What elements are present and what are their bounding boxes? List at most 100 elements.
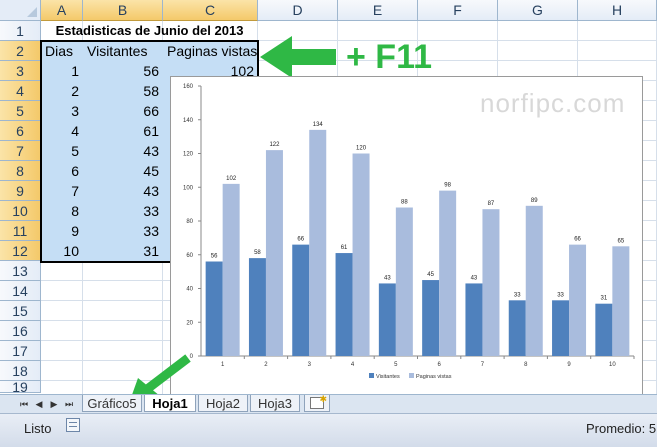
f11-annotation: + F11 bbox=[346, 38, 433, 76]
data-label: 43 bbox=[384, 275, 391, 281]
column-header-b[interactable]: B bbox=[83, 0, 163, 21]
y-tick-label: 100 bbox=[183, 185, 194, 191]
data-label: 134 bbox=[313, 122, 324, 128]
bar-paginas-vistas bbox=[265, 150, 283, 356]
bar-visitantes bbox=[508, 300, 526, 356]
column-header-d[interactable]: D bbox=[258, 0, 338, 21]
bar-paginas-vistas bbox=[352, 153, 370, 356]
row-header-14[interactable]: 14 bbox=[0, 281, 41, 301]
data-label: 43 bbox=[471, 275, 478, 281]
data-label: 33 bbox=[557, 292, 564, 298]
x-tick-label: 5 bbox=[394, 362, 398, 368]
data-label: 87 bbox=[488, 201, 495, 207]
row-header-2[interactable]: 2 bbox=[0, 41, 41, 61]
f11-arrow bbox=[260, 36, 336, 78]
y-tick-label: 40 bbox=[186, 287, 193, 293]
data-label: 98 bbox=[444, 183, 451, 189]
status-bar bbox=[0, 413, 657, 447]
select-all-corner[interactable] bbox=[0, 0, 41, 21]
row-header-16[interactable]: 16 bbox=[0, 321, 41, 341]
column-header-g[interactable]: G bbox=[498, 0, 578, 21]
watermark: norfipc.com bbox=[480, 88, 626, 118]
tab-hoja3[interactable]: Hoja3 bbox=[250, 395, 300, 412]
y-tick-label: 80 bbox=[186, 219, 193, 225]
tab-hoja2[interactable]: Hoja2 bbox=[198, 395, 248, 412]
row-header-6[interactable]: 6 bbox=[0, 121, 41, 141]
legend-swatch bbox=[409, 373, 414, 378]
bar-paginas-vistas bbox=[612, 246, 630, 356]
y-tick-label: 20 bbox=[186, 320, 193, 326]
macro-record-icon[interactable] bbox=[66, 418, 80, 432]
data-label: 33 bbox=[514, 292, 521, 298]
row-header-15[interactable]: 15 bbox=[0, 301, 41, 321]
data-label: 61 bbox=[341, 245, 348, 251]
data-label: 31 bbox=[601, 296, 608, 302]
row-header-1[interactable]: 1 bbox=[0, 21, 41, 41]
row-header-10[interactable]: 10 bbox=[0, 201, 41, 221]
data-label: 58 bbox=[254, 250, 261, 256]
insert-sheet-icon: ✱ bbox=[310, 394, 327, 409]
first-sheet-icon[interactable]: ⏮ bbox=[18, 397, 30, 411]
data-label: 122 bbox=[269, 142, 280, 148]
legend-swatch bbox=[369, 373, 374, 378]
row-header-9[interactable]: 9 bbox=[0, 181, 41, 201]
legend-label: Visitantes bbox=[376, 374, 400, 380]
data-label: 56 bbox=[211, 254, 218, 260]
y-tick-label: 60 bbox=[186, 253, 193, 259]
chart[interactable]: 0 20 40 60 80 100 120 140 160 56 102 1 58 122 2 66 134 3 6… bbox=[170, 76, 643, 395]
x-tick-label: 3 bbox=[308, 362, 312, 368]
data-label: 45 bbox=[427, 272, 434, 278]
bar-visitantes bbox=[552, 300, 570, 356]
data-label: 88 bbox=[401, 200, 408, 206]
x-tick-label: 7 bbox=[481, 362, 485, 368]
prev-sheet-icon[interactable]: ◀ bbox=[33, 397, 45, 411]
insert-sheet-button[interactable]: ✱ bbox=[304, 394, 330, 412]
data-label: 66 bbox=[574, 237, 581, 243]
x-tick-label: 9 bbox=[567, 362, 571, 368]
row-header-17[interactable]: 17 bbox=[0, 341, 41, 361]
x-tick-label: 1 bbox=[221, 362, 225, 368]
row-header-4[interactable]: 4 bbox=[0, 81, 41, 101]
bar-visitantes bbox=[422, 280, 440, 356]
last-sheet-icon[interactable]: ⏭ bbox=[63, 397, 75, 411]
legend-label: Paginas vistas bbox=[416, 374, 452, 380]
row-header-7[interactable]: 7 bbox=[0, 141, 41, 161]
title-cell[interactable]: Estadisticas de Junio del 2013 bbox=[41, 21, 258, 40]
row-header-5[interactable]: 5 bbox=[0, 101, 41, 121]
row-header-11[interactable]: 11 bbox=[0, 221, 41, 241]
row-header-8[interactable]: 8 bbox=[0, 161, 41, 181]
row-header-12[interactable]: 12 bbox=[0, 241, 41, 261]
row-header-19[interactable]: 19 bbox=[0, 379, 41, 395]
bar-visitantes bbox=[378, 283, 396, 356]
status-mode: Listo bbox=[24, 421, 52, 436]
status-average: Promedio: 5 bbox=[586, 421, 657, 436]
y-tick-label: 120 bbox=[183, 152, 194, 158]
bar-paginas-vistas bbox=[439, 190, 457, 356]
data-label: 65 bbox=[618, 238, 625, 244]
bar-visitantes bbox=[248, 258, 266, 356]
bar-paginas-vistas bbox=[222, 183, 240, 356]
next-sheet-icon[interactable]: ▶ bbox=[48, 397, 60, 411]
y-tick-label: 160 bbox=[183, 84, 194, 90]
data-label: 120 bbox=[356, 146, 367, 152]
bar-visitantes bbox=[292, 244, 310, 356]
tab-grafico5[interactable]: Gráfico5 bbox=[82, 395, 142, 412]
bar-visitantes bbox=[465, 283, 483, 356]
column-header-h[interactable]: H bbox=[578, 0, 657, 21]
x-tick-label: 6 bbox=[437, 362, 441, 368]
spreadsheet[interactable]: ABCDEFGH 1 2 3 4 5 6 7 8 9 10 11 12 13 14 15 16 17 18 19 D… bbox=[0, 0, 657, 447]
row-header-13[interactable]: 13 bbox=[0, 261, 41, 281]
column-header-f[interactable]: F bbox=[418, 0, 498, 21]
bar-visitantes bbox=[205, 261, 223, 356]
x-tick-label: 4 bbox=[351, 362, 355, 368]
column-header-a[interactable]: A bbox=[41, 0, 83, 21]
data-label: 102 bbox=[226, 176, 237, 182]
row-header-3[interactable]: 3 bbox=[0, 61, 41, 81]
column-header-e[interactable]: E bbox=[338, 0, 418, 21]
bar-visitantes bbox=[595, 303, 613, 356]
tab-hoja1[interactable]: Hoja1 bbox=[144, 395, 196, 412]
column-header-c[interactable]: C bbox=[163, 0, 258, 21]
x-tick-label: 2 bbox=[264, 362, 268, 368]
y-tick-label: 140 bbox=[183, 118, 194, 124]
x-tick-label: 8 bbox=[524, 362, 528, 368]
